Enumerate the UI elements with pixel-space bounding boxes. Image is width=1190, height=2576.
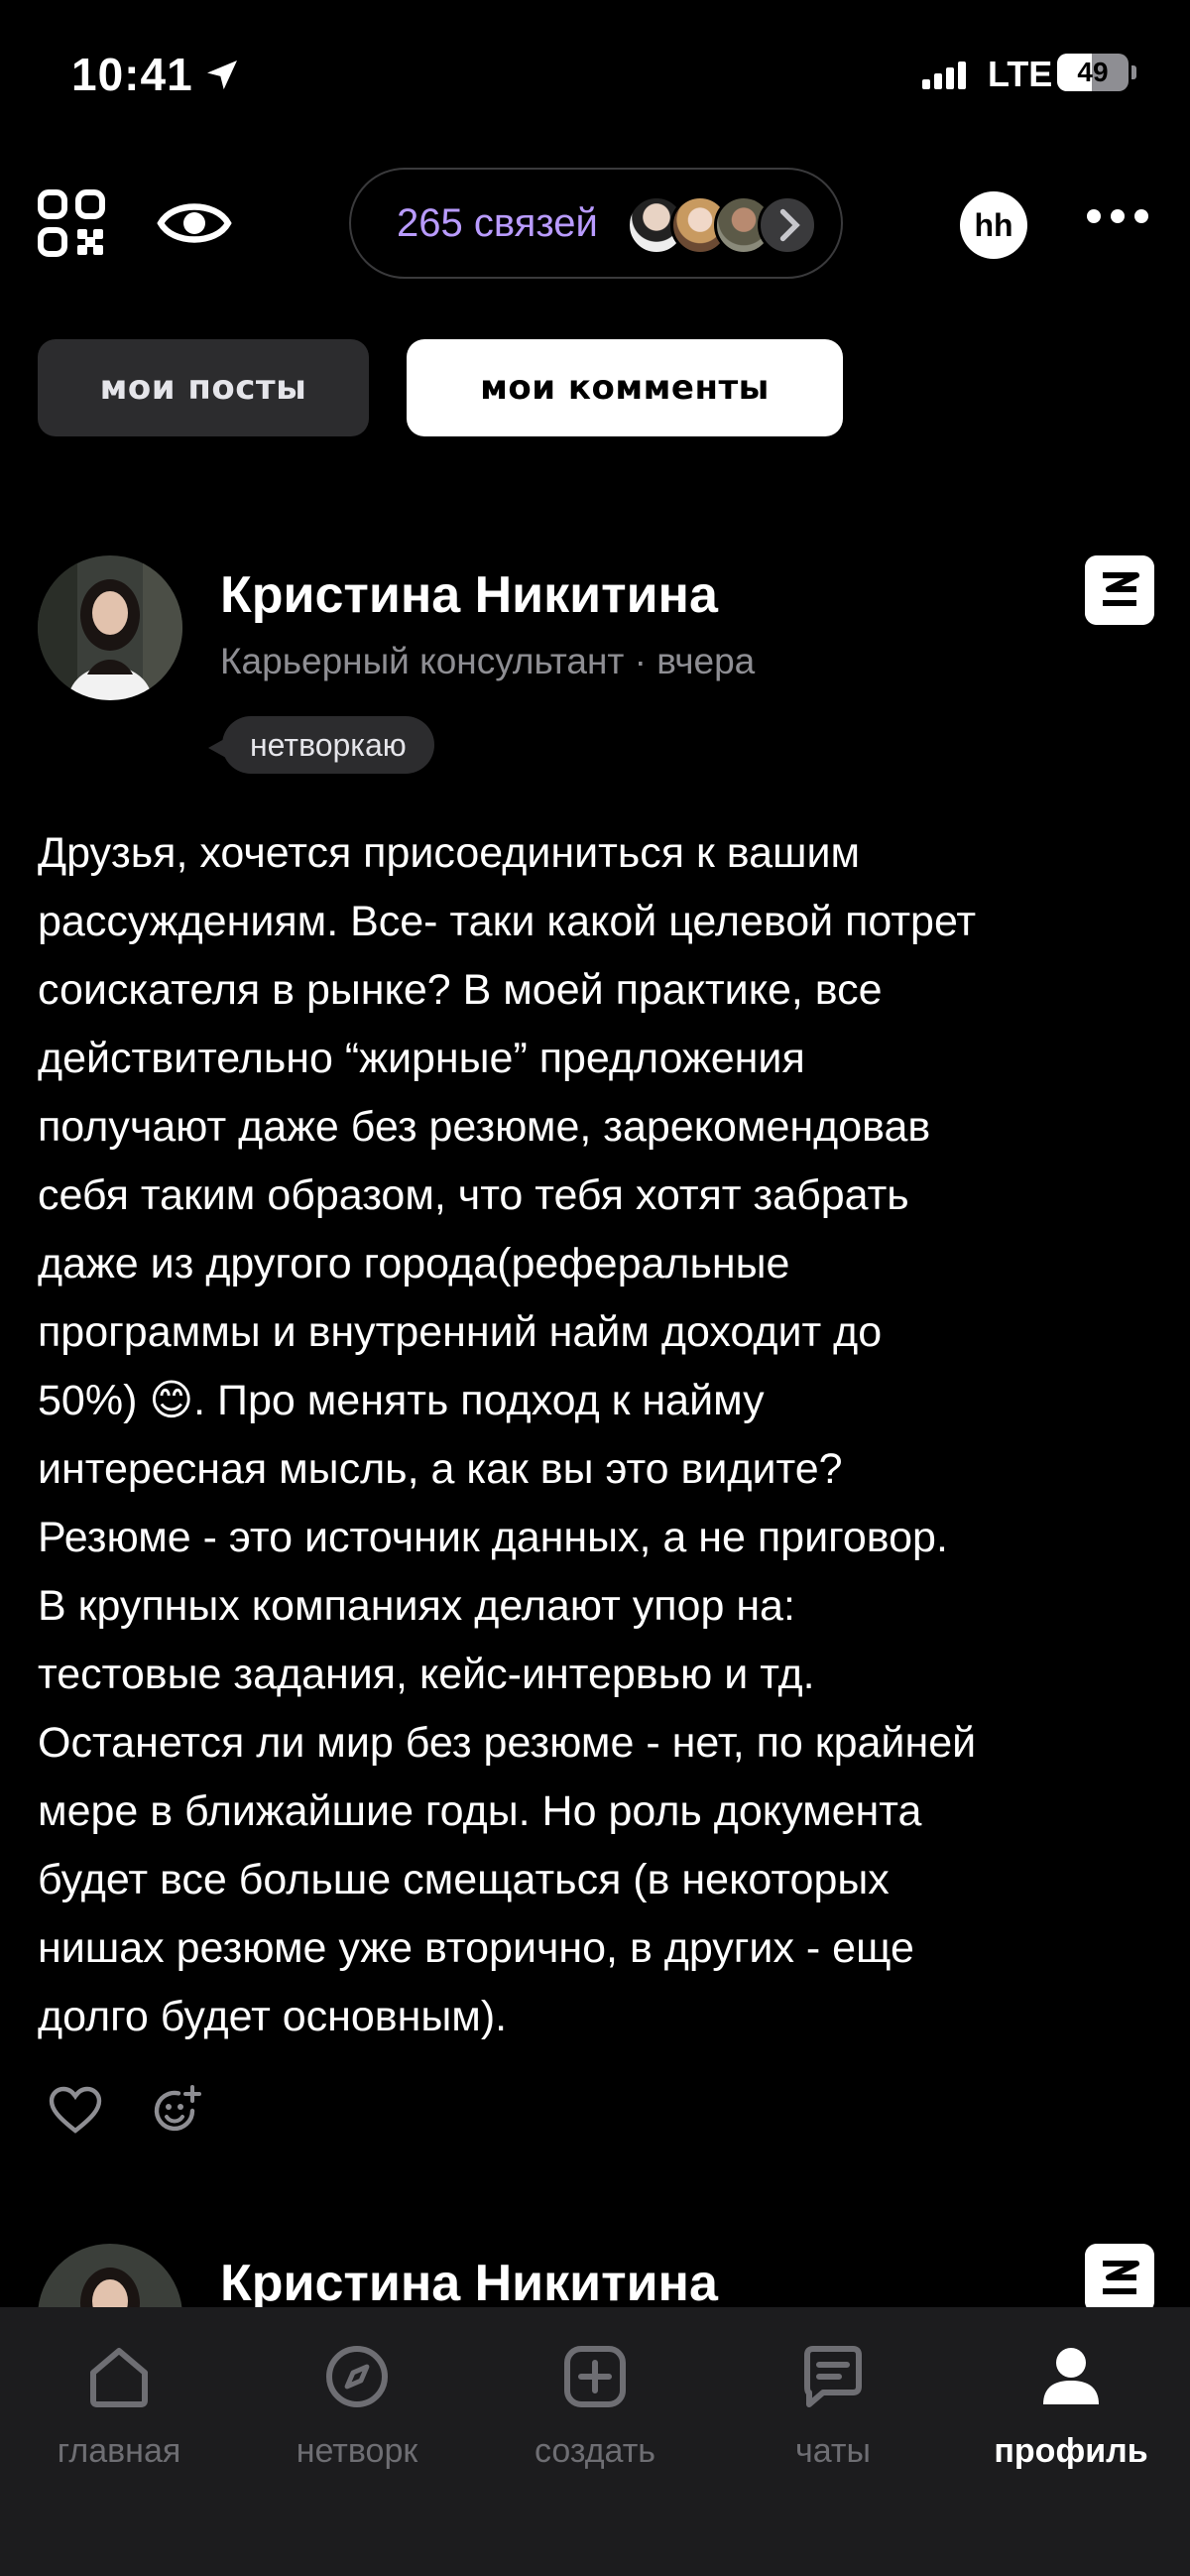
- home-icon: [90, 2348, 148, 2407]
- status-tag: нетворкаю: [208, 716, 434, 774]
- nav-label: главная: [57, 2432, 181, 2470]
- nav-chats[interactable]: чаты: [714, 2339, 952, 2471]
- nav-label: нетворк: [296, 2432, 418, 2470]
- battery-level: 49: [1077, 57, 1109, 87]
- connections-button[interactable]: 265 связей: [349, 168, 843, 279]
- tab-my-posts[interactable]: мои посты: [38, 339, 369, 436]
- connections-count: 265 связей: [397, 201, 598, 245]
- network-type: LTE: [988, 54, 1053, 94]
- bottom-navigation: главная нетворк создать чаты профиль: [0, 2307, 1190, 2576]
- plus-square-icon: [564, 2346, 626, 2407]
- compass-icon: [326, 2346, 388, 2407]
- nav-network[interactable]: нетворк: [238, 2339, 476, 2471]
- author-meta: Карьерный консультант · вчера: [220, 641, 756, 681]
- brand-logo-icon[interactable]: [1085, 555, 1154, 625]
- chat-icon: [804, 2346, 862, 2407]
- signal-strength-icon: [922, 60, 966, 89]
- battery-tip: [1131, 65, 1136, 79]
- qr-code-icon[interactable]: [38, 189, 105, 257]
- eye-icon[interactable]: [157, 193, 232, 253]
- profile-icon: [1043, 2348, 1099, 2404]
- author-name[interactable]: Кристина Никитина: [220, 2254, 718, 2313]
- profile-tabs: мои посты мои комменты: [38, 339, 843, 436]
- nav-label: чаты: [795, 2432, 871, 2470]
- add-reaction-icon[interactable]: [149, 2083, 204, 2139]
- tab-my-comments[interactable]: мои комменты: [407, 339, 843, 436]
- status-time: 10:41: [71, 49, 193, 100]
- nav-home[interactable]: главная: [0, 2339, 238, 2471]
- nav-create[interactable]: создать: [476, 2339, 714, 2471]
- more-options-icon[interactable]: [1087, 209, 1148, 223]
- top-header: 265 связей hh: [0, 164, 1190, 283]
- brand-logo-icon[interactable]: [1085, 2244, 1154, 2313]
- nav-label: создать: [534, 2432, 656, 2470]
- heart-icon[interactable]: [48, 2083, 103, 2139]
- location-arrow-icon: [207, 61, 237, 90]
- chevron-right-icon: [758, 195, 817, 255]
- nav-profile[interactable]: профиль: [952, 2339, 1190, 2471]
- post-actions: [48, 2083, 204, 2139]
- comment-text: Друзья, хочется присоединиться к вашим р…: [38, 829, 977, 2040]
- hh-logo-button[interactable]: hh: [960, 191, 1027, 259]
- battery-icon: 49: [1057, 54, 1129, 91]
- author-name[interactable]: Кристина Никитина: [220, 565, 718, 625]
- author-avatar[interactable]: [38, 555, 182, 700]
- nav-label: профиль: [994, 2432, 1148, 2470]
- status-bar: 10:41 LTE 49: [0, 0, 1190, 149]
